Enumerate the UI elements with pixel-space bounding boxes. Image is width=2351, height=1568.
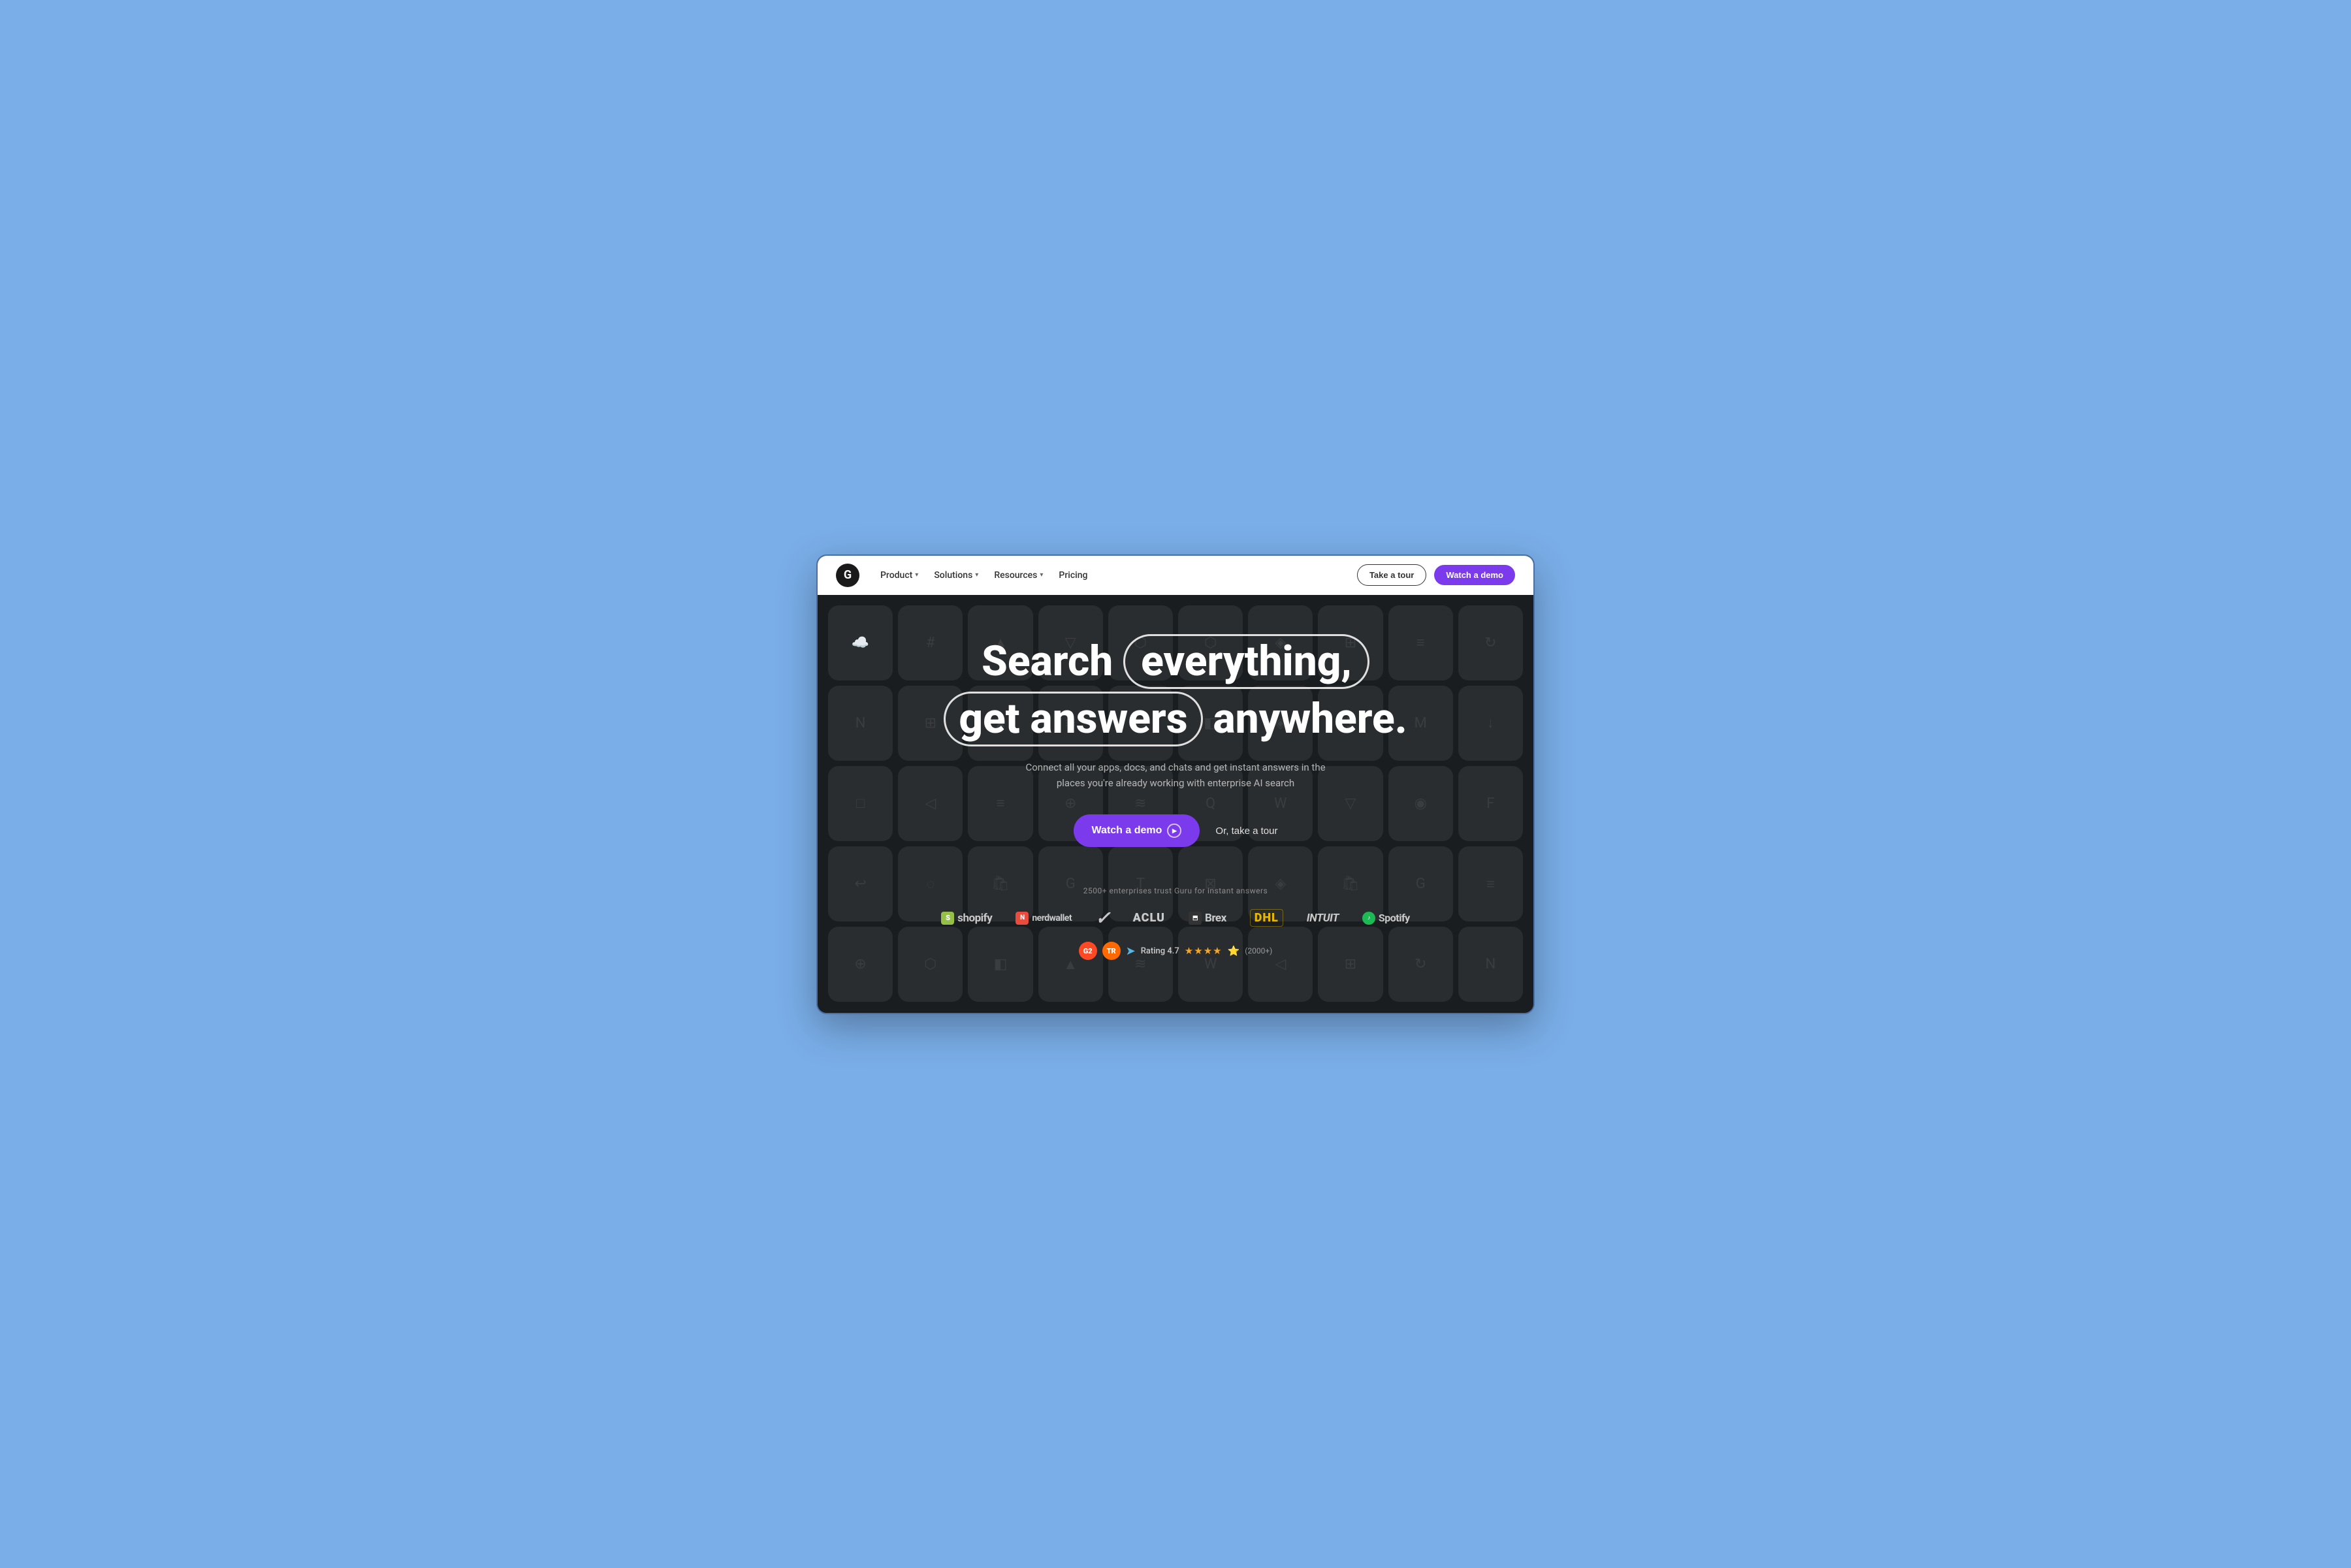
pill-get-answers: get answers [944, 692, 1202, 746]
hero-title-line2: get answers anywhere. [844, 692, 1507, 746]
nav-actions: Take a tour Watch a demo [1357, 564, 1515, 586]
spotify-logo: ♪ Spotify [1362, 912, 1410, 925]
rating-count: (2000+) [1245, 946, 1272, 955]
navbar: G Product ▾ Solutions ▾ Resources ▾ Pric… [818, 556, 1533, 595]
hero-subtitle: Connect all your apps, docs, and chats a… [1019, 760, 1332, 791]
intuit-logo: INTUIT [1307, 912, 1339, 925]
nerdwallet-icon: N [1016, 912, 1029, 925]
half-star-icon: ⭐ [1228, 945, 1240, 957]
spotify-icon: ♪ [1362, 912, 1375, 925]
aclu-logo: ACLU [1133, 911, 1165, 925]
nike-logo: ✓ [1095, 907, 1109, 929]
logo: G [836, 564, 859, 587]
pill-everything: everything, [1123, 634, 1369, 689]
browser-window: G Product ▾ Solutions ▾ Resources ▾ Pric… [816, 554, 1535, 1014]
chevron-down-icon: ▾ [1040, 571, 1043, 579]
nav-item-resources[interactable]: Resources ▾ [994, 570, 1043, 581]
shopify-icon: S [941, 912, 954, 925]
shopify-logo: S shopify [941, 912, 992, 925]
trustradius-badge: TR [1102, 942, 1121, 960]
chevron-down-icon: ▾ [975, 571, 978, 579]
brex-icon: ⬒ [1189, 912, 1202, 925]
chevron-down-icon: ▾ [915, 571, 918, 579]
hero-section: ☁️ # ▲ ▽ ⬡ ⬡ ◈ ⊞ ≡ ↻ N ⊞ ▲ ≋ ✉ ◧ ◈ ⊻ M ↓… [818, 595, 1533, 1013]
trust-section: 2500+ enterprises trust Guru for instant… [818, 886, 1533, 960]
nav-item-product[interactable]: Product ▾ [880, 570, 918, 581]
g2-badge: G2 [1079, 942, 1097, 960]
rating-label: Rating 4.7 [1141, 946, 1179, 956]
nav-item-solutions[interactable]: Solutions ▾ [934, 570, 978, 581]
rating-stars: ★★★★ [1185, 945, 1223, 957]
hero-buttons: Watch a demo ▶ Or, take a tour [844, 814, 1507, 847]
nav-links: Product ▾ Solutions ▾ Resources ▾ Pricin… [880, 570, 1336, 581]
take-tour-link-button[interactable]: Or, take a tour [1215, 825, 1277, 837]
watch-demo-nav-button[interactable]: Watch a demo [1434, 565, 1515, 585]
hero-content: Search everything, get answers anywhere.… [818, 634, 1533, 848]
play-icon: ▶ [1167, 824, 1181, 838]
hero-title-line1: Search everything, [844, 634, 1507, 689]
capterra-icon: ➤ [1126, 944, 1136, 958]
brex-logo: ⬒ Brex [1189, 912, 1226, 925]
dhl-logo: DHL [1250, 909, 1283, 927]
brand-logos-row: S shopify N nerdwallet ✓ ACLU ⬒ [844, 907, 1507, 929]
watch-demo-hero-button[interactable]: Watch a demo ▶ [1074, 814, 1200, 847]
ratings-row: G2 TR ➤ Rating 4.7 ★★★★ ⭐ (2000+) [844, 942, 1507, 960]
nav-item-pricing[interactable]: Pricing [1059, 570, 1087, 581]
trust-tagline: 2500+ enterprises trust Guru for instant… [844, 886, 1507, 895]
hero-title: Search everything, get answers anywhere. [844, 634, 1507, 747]
take-tour-button[interactable]: Take a tour [1357, 564, 1426, 586]
nerdwallet-logo: N nerdwallet [1016, 912, 1072, 925]
